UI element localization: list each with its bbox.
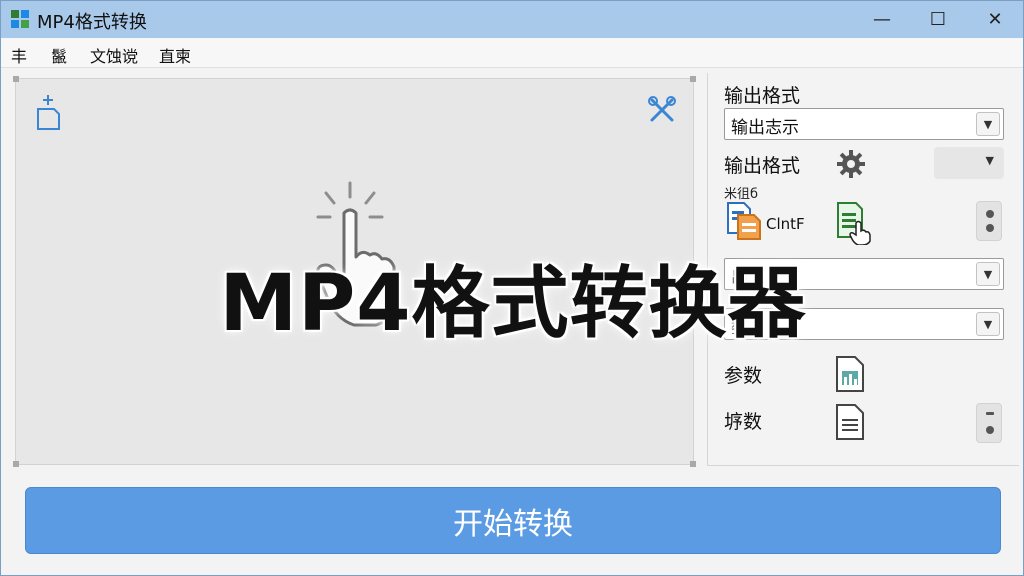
image-file-icon[interactable] bbox=[834, 355, 866, 393]
params-label-2: 垿数 bbox=[724, 411, 763, 433]
params-label-1: 参数 bbox=[724, 365, 763, 387]
option-toggle-button-1[interactable] bbox=[976, 201, 1002, 241]
toggle-dot bbox=[986, 426, 994, 434]
resize-handle-bl bbox=[13, 461, 19, 467]
menu-item-2[interactable]: 鬣 bbox=[51, 43, 67, 67]
toggle-dot bbox=[986, 210, 994, 218]
output-format-label: 输出格式 bbox=[724, 85, 801, 107]
chevron-down-icon[interactable]: ▼ bbox=[976, 112, 1000, 136]
banner-title: MP4格式转换器 bbox=[219, 259, 807, 349]
output-format-value: 输出志示 bbox=[731, 118, 799, 138]
resize-handle-tr bbox=[690, 76, 696, 82]
minimize-button[interactable]: — bbox=[856, 1, 908, 38]
menu-item-3[interactable]: 文蚀谠 bbox=[90, 43, 138, 67]
resize-handle-tl bbox=[13, 76, 19, 82]
resize-handle-br bbox=[690, 461, 696, 467]
spreadsheet-hand-icon[interactable] bbox=[834, 201, 874, 245]
title-bar[interactable]: MP4格式转换 — ☐ ✕ bbox=[1, 1, 1023, 38]
close-button[interactable]: ✕ bbox=[969, 1, 1021, 38]
maximize-button[interactable]: ☐ bbox=[912, 1, 964, 38]
output-format-label-2: 输出格式 bbox=[724, 155, 801, 177]
menu-item-1[interactable]: 丰 bbox=[11, 43, 27, 67]
menu-item-4[interactable]: 直柬 bbox=[159, 43, 191, 67]
format-preset-dropdown[interactable]: ▼ bbox=[934, 147, 1004, 179]
output-format-select[interactable]: 输出志示 ▼ bbox=[724, 108, 1004, 140]
toggle-dot bbox=[986, 412, 994, 415]
app-icon bbox=[11, 10, 29, 28]
app-window: MP4格式转换 — ☐ ✕ 丰 鬣 文蚀谠 直柬 输出格式 输出志示 ▼ 输出格… bbox=[0, 0, 1024, 576]
window-title: MP4格式转换 bbox=[37, 12, 147, 33]
start-convert-button[interactable]: 开始转换 bbox=[25, 487, 1001, 554]
document-icon[interactable] bbox=[724, 201, 762, 241]
tools-icon[interactable] bbox=[647, 95, 677, 125]
format-option-text: ClntF bbox=[766, 215, 805, 233]
text-file-icon[interactable] bbox=[834, 403, 866, 441]
option-toggle-button-2[interactable] bbox=[976, 403, 1002, 443]
add-file-icon[interactable] bbox=[34, 93, 62, 131]
gear-icon[interactable] bbox=[836, 149, 866, 179]
menu-bar: 丰 鬣 文蚀谠 直柬 bbox=[1, 38, 1023, 68]
sub-option-label: 米徂б bbox=[724, 187, 759, 202]
toggle-dot bbox=[986, 224, 994, 232]
chevron-down-icon: ▼ bbox=[985, 154, 994, 167]
